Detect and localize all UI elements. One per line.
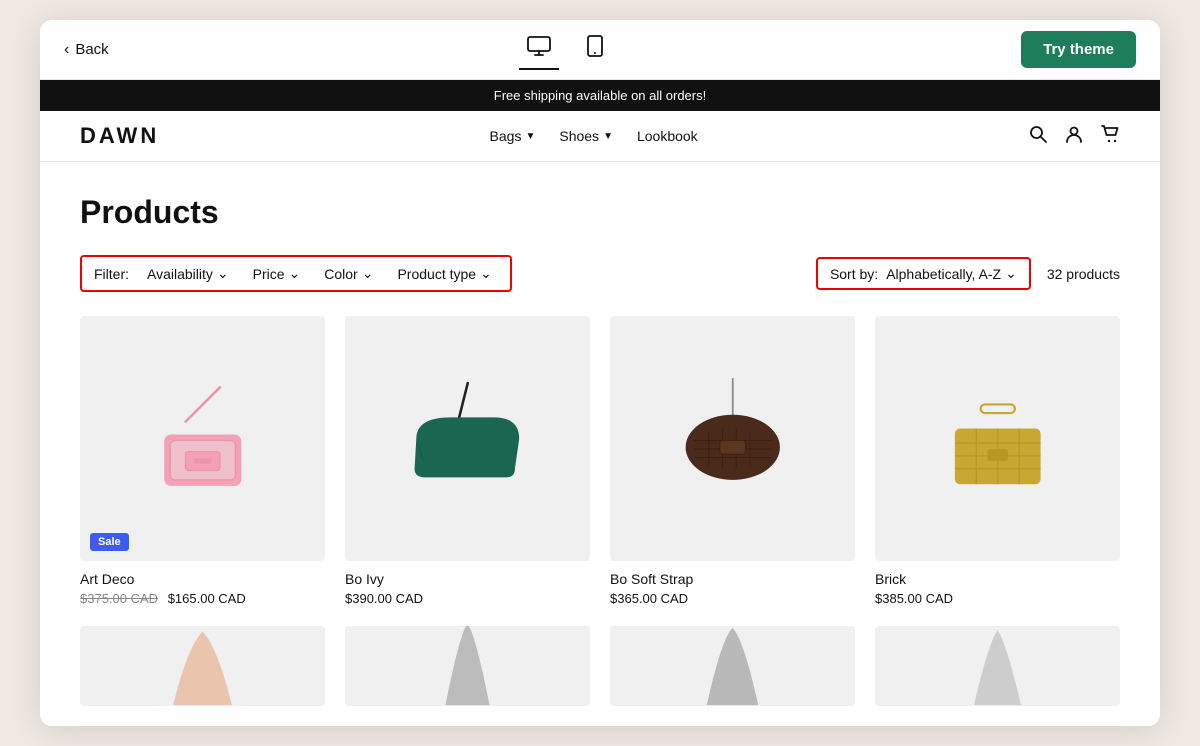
nav-link-shoes[interactable]: Shoes ▼ bbox=[559, 128, 613, 144]
product-image-bo-ivy bbox=[345, 316, 590, 561]
filter-label: Filter: bbox=[94, 266, 129, 282]
main-window: ‹ Back Try theme bbox=[40, 20, 1160, 726]
product-price-bo-ivy: $390.00 CAD bbox=[345, 591, 590, 606]
top-bar: ‹ Back Try theme bbox=[40, 20, 1160, 80]
shoes-chevron-icon: ▼ bbox=[603, 131, 613, 142]
main-content: Products Filter: Availability ⌄ Price ⌄ … bbox=[40, 162, 1160, 726]
page-title: Products bbox=[80, 194, 1120, 231]
product-image-brick bbox=[875, 316, 1120, 561]
product-price-brick: $385.00 CAD bbox=[875, 591, 1120, 606]
product-name-art-deco: Art Deco bbox=[80, 571, 325, 587]
color-chevron-icon: ⌄ bbox=[362, 265, 374, 282]
sort-chevron-icon: ⌄ bbox=[1005, 265, 1017, 282]
product-image-bo-soft-strap bbox=[610, 316, 855, 561]
product-card-bo-ivy[interactable]: Bo Ivy $390.00 CAD bbox=[345, 316, 590, 606]
product-name-bo-ivy: Bo Ivy bbox=[345, 571, 590, 587]
product-image-partial-3 bbox=[610, 626, 855, 706]
product-card-art-deco[interactable]: Sale Art Deco $375.00 CAD $165.00 CAD bbox=[80, 316, 325, 606]
price-chevron-icon: ⌄ bbox=[289, 265, 301, 282]
search-icon[interactable] bbox=[1028, 124, 1048, 149]
announcement-text: Free shipping available on all orders! bbox=[494, 88, 706, 103]
nav-icons bbox=[1028, 124, 1120, 149]
product-image-partial-2 bbox=[345, 626, 590, 706]
sort-value: Alphabetically, A-Z bbox=[886, 266, 1001, 282]
filter-price[interactable]: Price ⌄ bbox=[247, 263, 307, 284]
sort-group: Sort by: Alphabetically, A-Z ⌄ bbox=[816, 257, 1031, 290]
announcement-bar: Free shipping available on all orders! bbox=[40, 80, 1160, 111]
right-side: Sort by: Alphabetically, A-Z ⌄ 32 produc… bbox=[816, 257, 1120, 290]
sale-badge: Sale bbox=[90, 533, 129, 551]
filter-product-type[interactable]: Product type ⌄ bbox=[391, 263, 497, 284]
product-price-bo-soft-strap: $365.00 CAD bbox=[610, 591, 855, 606]
try-theme-button[interactable]: Try theme bbox=[1021, 31, 1136, 68]
product-card-partial-3 bbox=[610, 626, 855, 706]
product-card-partial-2 bbox=[345, 626, 590, 706]
back-arrow-icon: ‹ bbox=[64, 41, 69, 59]
tablet-device-button[interactable] bbox=[579, 29, 611, 71]
product-price-art-deco: $375.00 CAD $165.00 CAD bbox=[80, 591, 325, 606]
product-card-brick[interactable]: Brick $385.00 CAD bbox=[875, 316, 1120, 606]
filter-sort-row: Filter: Availability ⌄ Price ⌄ Color ⌄ bbox=[80, 255, 1120, 292]
product-image-art-deco: Sale bbox=[80, 316, 325, 561]
filter-group: Filter: Availability ⌄ Price ⌄ Color ⌄ bbox=[80, 255, 512, 292]
device-toggle bbox=[519, 29, 611, 71]
sort-label: Sort by: bbox=[830, 266, 878, 282]
filter-color[interactable]: Color ⌄ bbox=[318, 263, 379, 284]
account-icon[interactable] bbox=[1064, 124, 1084, 149]
product-grid-partial bbox=[80, 626, 1120, 706]
availability-chevron-icon: ⌄ bbox=[217, 265, 229, 282]
cart-icon[interactable] bbox=[1100, 124, 1120, 149]
back-button[interactable]: ‹ Back bbox=[64, 41, 109, 59]
product-name-brick: Brick bbox=[875, 571, 1120, 587]
store-logo: DAWN bbox=[80, 123, 159, 149]
nav-link-lookbook[interactable]: Lookbook bbox=[637, 128, 698, 144]
product-card-partial-4 bbox=[875, 626, 1120, 706]
product-name-bo-soft-strap: Bo Soft Strap bbox=[610, 571, 855, 587]
product-image-partial-4 bbox=[875, 626, 1120, 706]
back-label: Back bbox=[75, 41, 108, 58]
filter-availability[interactable]: Availability ⌄ bbox=[141, 263, 235, 284]
sort-button[interactable]: Alphabetically, A-Z ⌄ bbox=[886, 265, 1017, 282]
store-nav: DAWN Bags ▼ Shoes ▼ Lookbook bbox=[40, 111, 1160, 162]
nav-link-bags[interactable]: Bags ▼ bbox=[490, 128, 536, 144]
product-type-chevron-icon: ⌄ bbox=[480, 265, 492, 282]
product-image-partial-1 bbox=[80, 626, 325, 706]
product-grid: Sale Art Deco $375.00 CAD $165.00 CAD bbox=[80, 316, 1120, 606]
bags-chevron-icon: ▼ bbox=[525, 131, 535, 142]
desktop-device-button[interactable] bbox=[519, 30, 559, 70]
store-content: Free shipping available on all orders! D… bbox=[40, 80, 1160, 726]
nav-links: Bags ▼ Shoes ▼ Lookbook bbox=[490, 128, 698, 144]
product-card-partial-1 bbox=[80, 626, 325, 706]
products-count: 32 products bbox=[1047, 266, 1120, 282]
product-card-bo-soft-strap[interactable]: Bo Soft Strap $365.00 CAD bbox=[610, 316, 855, 606]
